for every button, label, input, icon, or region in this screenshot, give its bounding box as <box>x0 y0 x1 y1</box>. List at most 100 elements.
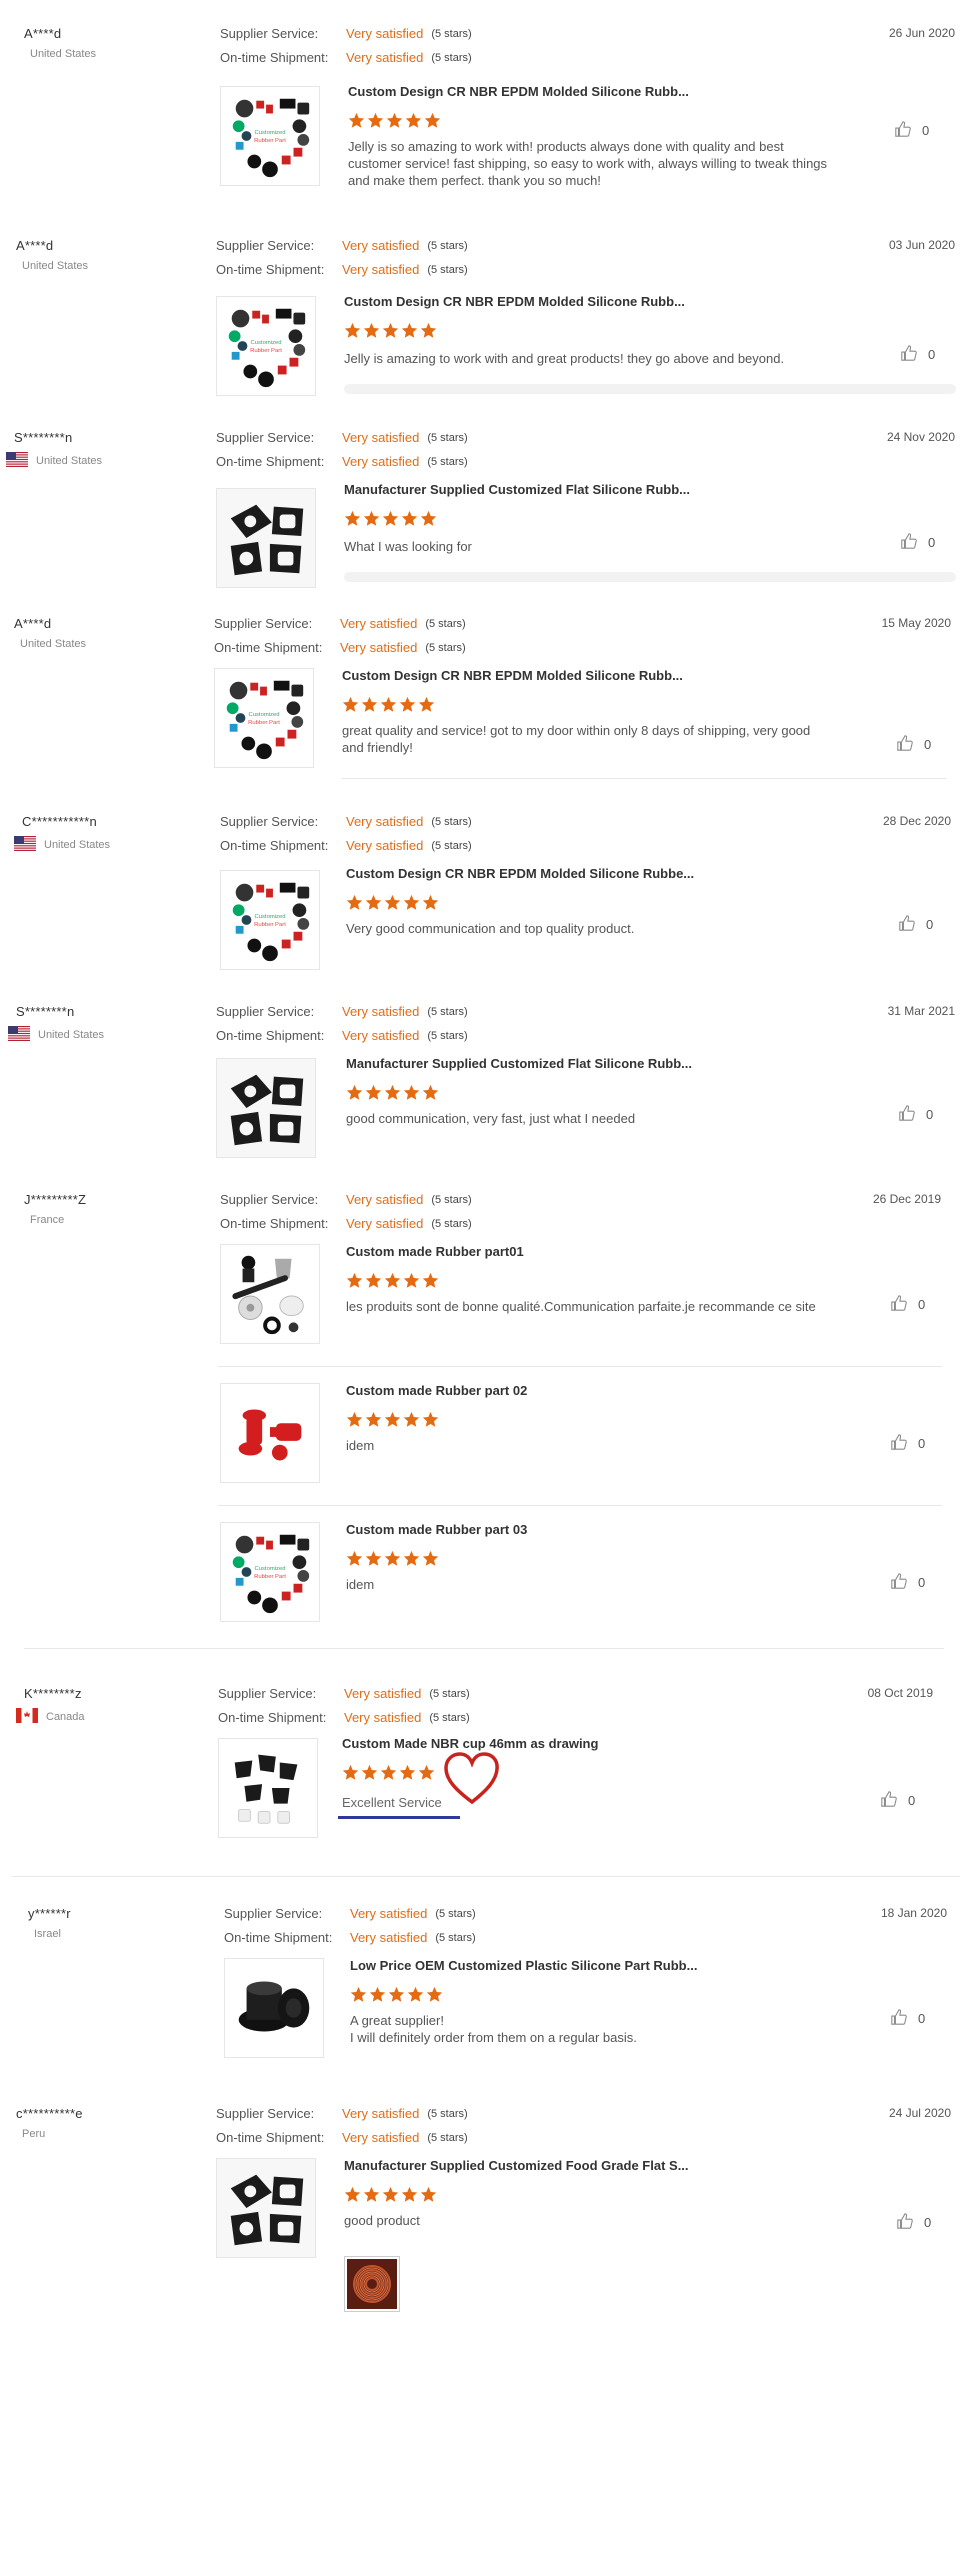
product-divider <box>218 1505 942 1506</box>
country-name: United States <box>22 260 89 272</box>
like-button[interactable]: 0 <box>900 344 935 365</box>
review-comment: What I was looking for <box>344 539 472 554</box>
like-button[interactable]: 0 <box>894 120 929 141</box>
reviewer-name: C***********n <box>22 814 97 829</box>
rating-label: Supplier Service: <box>216 238 315 253</box>
rating-stars-text: (5 stars) <box>427 1005 468 1018</box>
star-icon <box>365 1272 382 1294</box>
rating-value: Very satisfied <box>342 2130 420 2145</box>
star-icon <box>422 894 439 916</box>
product-star-rating <box>346 1411 439 1433</box>
review-comment: Very good communication and top quality … <box>346 921 635 936</box>
product-title-link[interactable]: Manufacturer Supplied Customized Flat Si… <box>344 482 690 497</box>
red-coil-photo-icon[interactable] <box>344 2256 400 2312</box>
parts-heart-icon[interactable]: Customized Rubber Part <box>220 86 320 186</box>
star-icon <box>344 2186 361 2208</box>
review-comment: good product <box>344 2213 420 2228</box>
product-title-link[interactable]: Custom Design CR NBR EPDM Molded Silicon… <box>346 866 694 881</box>
svg-text:Rubber Part: Rubber Part <box>248 720 280 726</box>
like-button[interactable]: 0 <box>898 1104 933 1125</box>
review-date: 28 Dec 2020 <box>882 814 951 828</box>
review-comment: idem <box>346 1577 375 1592</box>
review-date: 26 Jun 2020 <box>888 26 955 40</box>
thumbs-up-icon <box>898 914 916 935</box>
like-button[interactable]: 0 <box>890 1572 925 1593</box>
rating-stars-text: (5 stars) <box>429 1687 470 1700</box>
rating-label: On-time Shipment: <box>220 838 329 853</box>
product-title-link[interactable]: Custom Design CR NBR EPDM Molded Silicon… <box>344 294 685 309</box>
review-card: c**********e Peru 24 Jul 2020 Supplier Serv… <box>0 2100 971 2560</box>
reviewer-country: United States <box>30 48 96 60</box>
star-icon <box>363 2186 380 2208</box>
rating-label: Supplier Service: <box>220 1192 319 1207</box>
supplier-service-rating: Supplier Service: Very satisfied (5 stars) <box>216 2106 468 2121</box>
like-count: 0 <box>926 917 934 932</box>
rating-label: Supplier Service: <box>216 1004 315 1019</box>
rubber-parts-grey-icon[interactable] <box>220 1244 320 1344</box>
rating-value: Very satisfied <box>342 262 420 277</box>
star-icon <box>388 1986 405 2008</box>
review-date: 24 Nov 2020 <box>886 430 955 444</box>
rating-stars-text: (5 stars) <box>429 1711 470 1724</box>
black-cap-icon[interactable] <box>224 1958 324 2058</box>
product-title-link[interactable]: Custom made Rubber part 02 <box>346 1383 527 1398</box>
star-icon <box>344 322 361 344</box>
rating-stars-text: (5 stars) <box>435 1907 476 1920</box>
star-icon <box>346 1084 363 1106</box>
product-star-rating <box>348 112 441 134</box>
star-icon <box>382 322 399 344</box>
flat-gaskets-icon[interactable] <box>216 488 316 588</box>
flat-gaskets-icon[interactable] <box>216 2158 316 2258</box>
parts-heart-icon[interactable]: Customized Rubber Part <box>220 1522 320 1622</box>
red-plugs-icon[interactable] <box>220 1383 320 1483</box>
product-star-rating <box>344 2186 437 2208</box>
product-title-link[interactable]: Custom Made NBR cup 46mm as drawing <box>342 1736 598 1751</box>
like-button[interactable]: 0 <box>896 2212 931 2233</box>
nbr-cups-icon[interactable] <box>218 1738 318 1838</box>
flat-gaskets-icon[interactable] <box>216 1058 316 1158</box>
star-icon <box>407 1986 424 2008</box>
reviewer-name: J*********Z <box>24 1192 87 1207</box>
rating-label: On-time Shipment: <box>216 2130 325 2145</box>
rating-label: On-time Shipment: <box>214 640 323 655</box>
star-icon <box>348 112 365 134</box>
star-icon <box>399 1764 416 1786</box>
star-icon <box>350 1986 367 2008</box>
like-button[interactable]: 0 <box>896 734 931 755</box>
review-date: 18 Jan 2020 <box>880 1906 947 1920</box>
star-icon <box>424 112 441 134</box>
like-button[interactable]: 0 <box>898 914 933 935</box>
rating-stars-text: (5 stars) <box>431 815 472 828</box>
svg-text:Customized: Customized <box>250 340 281 346</box>
rating-value: Very satisfied <box>342 454 420 469</box>
star-icon <box>365 1084 382 1106</box>
star-icon <box>422 1411 439 1433</box>
product-title-link[interactable]: Low Price OEM Customized Plastic Silicon… <box>350 1958 697 1973</box>
reviewer-name: A****d <box>14 616 52 631</box>
parts-heart-icon[interactable]: Customized Rubber Part <box>216 296 316 396</box>
review-date: 08 Oct 2019 <box>867 1686 933 1700</box>
product-title-link[interactable]: Custom Design CR NBR EPDM Molded Silicon… <box>342 668 683 683</box>
parts-heart-icon[interactable]: Customized Rubber Part <box>214 668 314 768</box>
country-name: United States <box>36 455 103 467</box>
like-button[interactable]: 0 <box>900 532 935 553</box>
ontime-shipment-rating: On-time Shipment: Very satisfied (5 stars) <box>216 454 468 469</box>
product-divider <box>218 1366 942 1367</box>
product-title-link[interactable]: Custom made Rubber part01 <box>346 1244 524 1259</box>
like-button[interactable]: 0 <box>890 1294 925 1315</box>
country-name: United States <box>44 839 111 851</box>
reviews-list: A****d United States 26 Jun 2020 Supplier S… <box>0 0 971 2323</box>
like-button[interactable]: 0 <box>890 2008 925 2029</box>
like-button[interactable]: 0 <box>890 1433 925 1454</box>
star-icon <box>401 322 418 344</box>
product-title-link[interactable]: Manufacturer Supplied Customized Flat Si… <box>346 1056 692 1071</box>
like-button[interactable]: 0 <box>880 1790 915 1811</box>
product-title-link[interactable]: Manufacturer Supplied Customized Food Gr… <box>344 2158 689 2173</box>
parts-heart-icon[interactable]: Customized Rubber Part <box>220 870 320 970</box>
product-title-link[interactable]: Custom Design CR NBR EPDM Molded Silicon… <box>348 84 689 99</box>
product-title-link[interactable]: Custom made Rubber part 03 <box>346 1522 527 1537</box>
star-icon <box>369 1986 386 2008</box>
thumbs-up-icon <box>900 344 918 365</box>
star-icon <box>420 510 437 532</box>
star-icon <box>386 112 403 134</box>
